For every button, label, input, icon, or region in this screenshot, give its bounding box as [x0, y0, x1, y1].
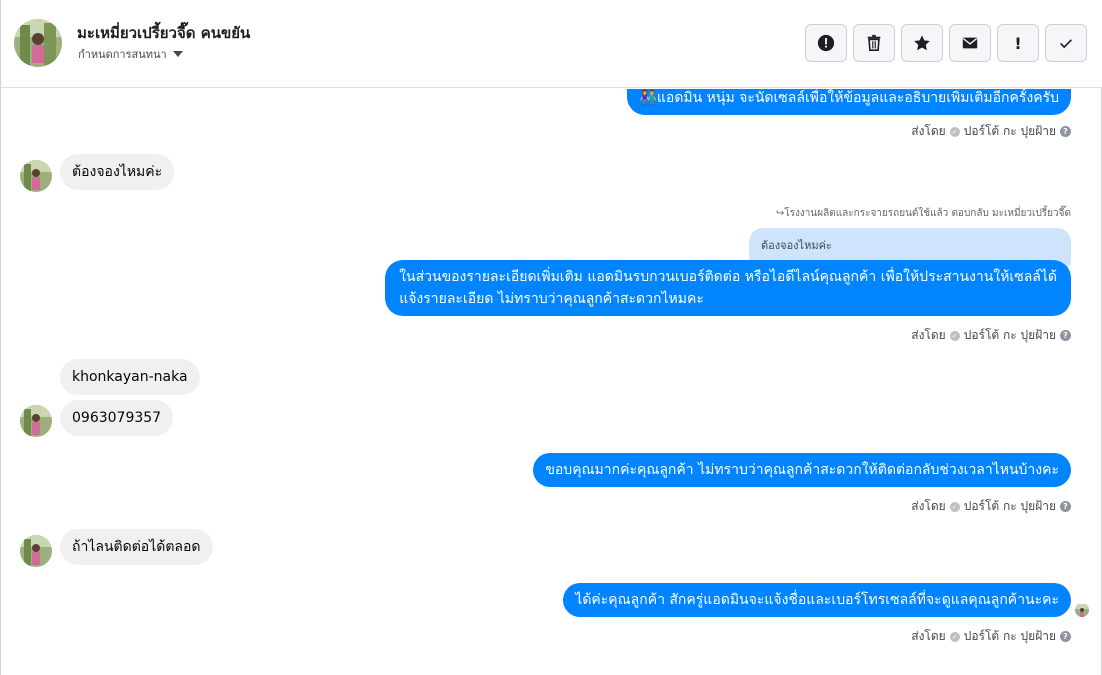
message-text: 👫แอดมิน หนุ่ม จะนัดเซลล์เพื่อให้ข้อมูลแล…: [639, 90, 1059, 106]
message-text: ได้ค่ะคุณลูกค้า สักครู่แอดมินจะแจ้งชื่อแ…: [575, 592, 1059, 608]
incoming-message[interactable]: ต้องจองไหมค่ะ: [60, 154, 175, 190]
help-icon[interactable]: ?: [1060, 631, 1071, 642]
message-text-line: แจ้งรายละเอียด ไม่ทราบว่าคุณลูกค้าสะดวกไ…: [399, 291, 704, 307]
sent-by-info: ส่งโดย ✓ ปอร์โต้ กะ ปุยฝ้าย ?: [911, 627, 1071, 646]
check-icon: [1060, 39, 1072, 49]
message-text: ขอบคุณมากค่ะคุณลูกค้า ไม่ทราบว่าคุณลูกค้…: [545, 462, 1059, 478]
sent-by-label: ส่งโดย: [911, 629, 946, 643]
help-icon[interactable]: ?: [1060, 126, 1071, 137]
seen-avatar: [1075, 603, 1089, 617]
important-button[interactable]: !: [997, 24, 1039, 62]
caret-down-icon: [172, 51, 183, 57]
quoted-text: ต้องจองไหมค่ะ: [761, 239, 832, 252]
sender-name[interactable]: ปอร์โต้ กะ ปุยฝ้าย: [964, 122, 1056, 141]
report-button[interactable]: [805, 24, 847, 62]
envelope-icon: [962, 37, 978, 49]
done-button[interactable]: [1045, 24, 1087, 62]
outgoing-message[interactable]: ในส่วนของรายละเอียดเพิ่มเติม แอดมินรบกวน…: [385, 260, 1071, 316]
message-text: khonkayan-naka: [72, 369, 188, 385]
incoming-message[interactable]: ถ้าไลนติดต่อได้ตลอด: [60, 529, 213, 565]
conversation-settings-dropdown[interactable]: กำหนดการสนทนา: [78, 45, 183, 63]
sent-by-label: ส่งโดย: [911, 328, 946, 342]
contact-avatar-small[interactable]: [20, 535, 52, 567]
reply-note: ↪โรงงานผลิตและกระจายรถยนต์ใช้แล้ว ตอบกลั…: [775, 208, 1071, 219]
contact-avatar[interactable]: [14, 19, 62, 67]
conversation-settings-label: กำหนดการสนทนา: [78, 48, 167, 61]
verified-icon: ✓: [949, 631, 960, 642]
star-button[interactable]: [901, 24, 943, 62]
exclamation-icon: !: [1014, 33, 1022, 53]
outgoing-message[interactable]: 👫แอดมิน หนุ่ม จะนัดเซลล์เพื่อให้ข้อมูลแล…: [627, 89, 1071, 115]
outgoing-message[interactable]: ได้ค่ะคุณลูกค้า สักครู่แอดมินจะแจ้งชื่อแ…: [563, 583, 1071, 617]
header-actions: !: [805, 24, 1087, 62]
message-text-line: ในส่วนของรายละเอียดเพิ่มเติม แอดมินรบกวน…: [399, 269, 1057, 285]
help-icon[interactable]: ?: [1060, 501, 1071, 512]
message-thread[interactable]: 👫แอดมิน หนุ่ม จะนัดเซลล์เพื่อให้ข้อมูลแล…: [1, 89, 1102, 675]
trash-icon: [867, 34, 881, 52]
sender-name[interactable]: ปอร์โต้ กะ ปุยฝ้าย: [964, 326, 1056, 345]
sent-by-info: ส่งโดย ✓ ปอร์โต้ กะ ปุยฝ้าย ?: [911, 497, 1071, 516]
sent-by-info: ส่งโดย ✓ ปอร์โต้ กะ ปุยฝ้าย ?: [911, 122, 1071, 141]
sent-by-info: ส่งโดย ✓ ปอร์โต้ กะ ปุยฝ้าย ?: [911, 326, 1071, 345]
sent-by-label: ส่งโดย: [911, 499, 946, 513]
verified-icon: ✓: [949, 501, 960, 512]
sender-name[interactable]: ปอร์โต้ กะ ปุยฝ้าย: [964, 497, 1056, 516]
contact-name[interactable]: มะเหมี่ยวเปรี้ยวจี๊ด คนขยัน: [77, 21, 250, 45]
alert-circle-icon: [817, 34, 835, 52]
incoming-message[interactable]: khonkayan-naka: [60, 359, 200, 395]
sender-name[interactable]: ปอร์โต้ กะ ปุยฝ้าย: [964, 627, 1056, 646]
sent-by-label: ส่งโดย: [911, 124, 946, 138]
contact-avatar-small[interactable]: [20, 405, 52, 437]
conversation-window: มะเหมี่ยวเปรี้ยวจี๊ด คนขยัน กำหนดการสนทน…: [0, 0, 1102, 675]
message-text: ต้องจองไหมค่ะ: [72, 164, 163, 180]
outgoing-message[interactable]: ขอบคุณมากค่ะคุณลูกค้า ไม่ทราบว่าคุณลูกค้…: [533, 453, 1071, 487]
conversation-header: มะเหมี่ยวเปรี้ยวจี๊ด คนขยัน กำหนดการสนทน…: [1, 0, 1102, 88]
incoming-message[interactable]: 0963079357: [60, 400, 174, 436]
verified-icon: ✓: [949, 330, 960, 341]
message-text: 0963079357: [72, 410, 162, 426]
message-text: ถ้าไลนติดต่อได้ตลอด: [72, 539, 201, 555]
verified-icon: ✓: [949, 126, 960, 137]
star-icon: [914, 35, 930, 51]
help-icon[interactable]: ?: [1060, 330, 1071, 341]
mark-unread-button[interactable]: [949, 24, 991, 62]
delete-button[interactable]: [853, 24, 895, 62]
contact-avatar-small[interactable]: [20, 160, 52, 192]
